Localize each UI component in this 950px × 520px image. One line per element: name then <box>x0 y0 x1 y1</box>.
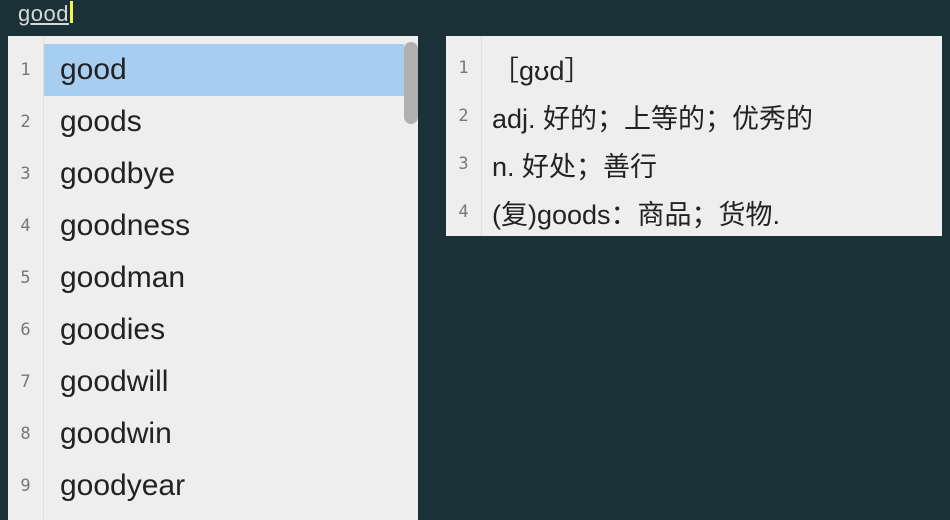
definition-line: adj. 好的；上等的；优秀的 <box>482 92 942 140</box>
line-number: 2 <box>446 92 481 140</box>
suggestion-item[interactable]: goodness <box>44 200 418 252</box>
suggestion-item[interactable]: goods <box>44 96 418 148</box>
line-number: 1 <box>446 44 481 92</box>
line-number: 4 <box>8 200 43 252</box>
definition-line: (复)goods：商品；货物. <box>482 188 942 236</box>
suggestions-gutter: 123456789 <box>8 36 44 520</box>
suggestion-item[interactable]: goodbye <box>44 148 418 200</box>
definition-line: n. 好处；善行 <box>482 140 942 188</box>
suggestion-item[interactable]: goodwin <box>44 408 418 460</box>
definition-list: ［ɡʊd］adj. 好的；上等的；优秀的n. 好处；善行(复)goods：商品；… <box>482 36 942 236</box>
definition-line: ［ɡʊd］ <box>482 44 942 92</box>
suggestion-item[interactable]: goodyear <box>44 460 418 512</box>
panels-container: 123456789 goodgoodsgoodbyegoodnessgoodma… <box>0 28 950 520</box>
line-number: 9 <box>8 460 43 512</box>
suggestion-item[interactable]: goodwill <box>44 356 418 408</box>
suggestions-panel: 123456789 goodgoodsgoodbyegoodnessgoodma… <box>8 36 418 520</box>
scrollbar[interactable] <box>404 36 418 520</box>
line-number: 4 <box>446 188 481 236</box>
text-caret <box>70 1 73 23</box>
line-number: 6 <box>8 304 43 356</box>
line-number: 3 <box>446 140 481 188</box>
definition-gutter: 1234 <box>446 36 482 236</box>
line-number: 1 <box>8 44 43 96</box>
suggestion-item[interactable]: good <box>44 44 418 96</box>
scrollbar-thumb[interactable] <box>404 42 418 124</box>
line-number: 7 <box>8 356 43 408</box>
line-number: 2 <box>8 96 43 148</box>
suggestion-item[interactable]: goodies <box>44 304 418 356</box>
suggestions-list: goodgoodsgoodbyegoodnessgoodmangoodiesgo… <box>44 36 418 520</box>
search-query: good <box>18 1 69 27</box>
definition-panel: 1234 ［ɡʊd］adj. 好的；上等的；优秀的n. 好处；善行(复)good… <box>446 36 942 236</box>
line-number: 8 <box>8 408 43 460</box>
suggestion-item[interactable]: goodman <box>44 252 418 304</box>
line-number: 5 <box>8 252 43 304</box>
search-bar[interactable]: good <box>0 0 950 28</box>
line-number: 3 <box>8 148 43 200</box>
